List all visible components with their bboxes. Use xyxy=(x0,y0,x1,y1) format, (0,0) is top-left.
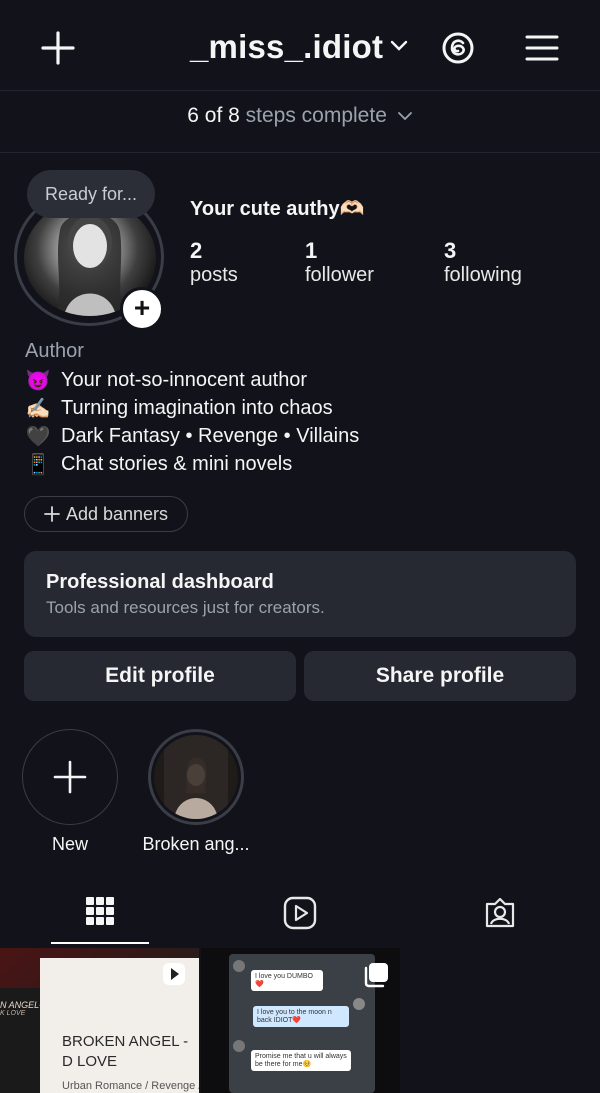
steps-rest: steps complete xyxy=(245,104,387,127)
posts-label: posts xyxy=(190,264,238,286)
following-count: 3 xyxy=(444,238,457,263)
professional-dashboard-card[interactable] xyxy=(24,551,576,637)
bio-line: ✍🏻 Turning imagination into chaos xyxy=(25,396,333,421)
content-tabs xyxy=(0,885,600,945)
story-title: BROKEN ANGEL - D LOVE xyxy=(62,1033,189,1070)
bio-line: 📱 Chat stories & mini novels xyxy=(25,452,293,477)
add-banners-button[interactable]: Add banners xyxy=(24,496,188,532)
new-highlight-circle[interactable] xyxy=(22,729,118,825)
highlight-label: Broken ang... xyxy=(142,834,250,854)
highlight-label: New xyxy=(51,834,88,854)
multiple-posts-icon xyxy=(363,962,389,988)
note-bubble[interactable]: Ready for... xyxy=(27,170,155,218)
grid-icon[interactable] xyxy=(84,895,116,927)
chat-message: I love you to the moon n back IDIOT❤️ xyxy=(253,1006,349,1027)
devil-emoji-icon: 😈 xyxy=(25,370,51,392)
chevron-down-icon xyxy=(397,111,413,121)
reels-icon[interactable] xyxy=(282,895,318,931)
bio-line-text: Dark Fantasy • Revenge • Villains xyxy=(61,425,360,447)
bio-line-text: Your not-so-innocent author xyxy=(61,369,308,391)
story-subtitle: Urban Romance / Revenge / xyxy=(62,1080,199,1092)
edit-profile-button[interactable]: Edit profile xyxy=(24,651,296,701)
post-thumbnail[interactable]: I love you DUMBO❤️ I love you to the moo… xyxy=(201,948,400,1093)
bio-line-text: Turning imagination into chaos xyxy=(61,397,333,419)
following-stat[interactable]: 3 following xyxy=(444,238,522,287)
posts-stat[interactable]: 2 posts xyxy=(190,238,238,287)
plus-icon xyxy=(44,506,60,522)
steps-done: 6 of 8 xyxy=(187,104,240,127)
bio-line: 😈 Your not-so-innocent author xyxy=(25,368,308,393)
following-label: following xyxy=(444,264,522,286)
followers-stat[interactable]: 1 follower xyxy=(305,238,374,287)
plus-icon[interactable] xyxy=(38,28,78,68)
phone-emoji-icon: 📱 xyxy=(25,454,51,476)
posts-count: 2 xyxy=(190,238,203,263)
display-name: Your cute authy🫶🏻 xyxy=(190,198,365,220)
new-highlight[interactable] xyxy=(22,729,118,825)
bio-line: 🖤 Dark Fantasy • Revenge • Villains xyxy=(25,424,360,449)
threads-icon[interactable] xyxy=(440,30,476,66)
avatar xyxy=(233,1040,245,1052)
chat-message: Promise me that u will always be there f… xyxy=(251,1050,351,1071)
avatar xyxy=(353,998,365,1010)
username[interactable]: _miss_.idiot xyxy=(190,28,383,66)
divider xyxy=(0,152,600,153)
highlight-broken-angel[interactable] xyxy=(148,729,244,825)
tagged-icon[interactable] xyxy=(482,895,518,931)
reel-icon xyxy=(162,962,186,986)
followers-label: follower xyxy=(305,264,374,286)
dashboard-subtitle: Tools and resources just for creators. xyxy=(46,598,325,617)
black-heart-emoji-icon: 🖤 xyxy=(25,426,51,448)
share-profile-button[interactable]: Share profile xyxy=(304,651,576,701)
chat-message: I love you DUMBO❤️ xyxy=(251,970,323,991)
divider xyxy=(0,90,600,91)
dashboard-title: Professional dashboard xyxy=(46,571,274,593)
highlight-circle[interactable] xyxy=(148,729,244,825)
bio-line-text: Chat stories & mini novels xyxy=(61,453,293,475)
hamburger-menu-icon[interactable] xyxy=(522,30,562,66)
steps-progress[interactable]: 6 of 8 steps complete xyxy=(0,104,600,128)
chevron-down-icon[interactable] xyxy=(390,40,408,52)
plus-icon xyxy=(53,760,87,794)
add-story-button[interactable]: + xyxy=(120,287,164,331)
active-tab-indicator xyxy=(51,942,149,944)
post-thumbnail[interactable]: N ANGEL- K LOVE BROKEN ANGEL - D LOVE Ur… xyxy=(0,948,199,1093)
writing-hand-emoji-icon: ✍🏻 xyxy=(25,398,51,420)
add-banners-label: Add banners xyxy=(65,503,169,524)
followers-count: 1 xyxy=(305,238,318,263)
chat-screenshot: I love you DUMBO❤️ I love you to the moo… xyxy=(229,954,375,1093)
bio-category: Author xyxy=(25,340,84,362)
avatar xyxy=(233,960,245,972)
top-bar: _miss_.idiot xyxy=(0,0,600,92)
